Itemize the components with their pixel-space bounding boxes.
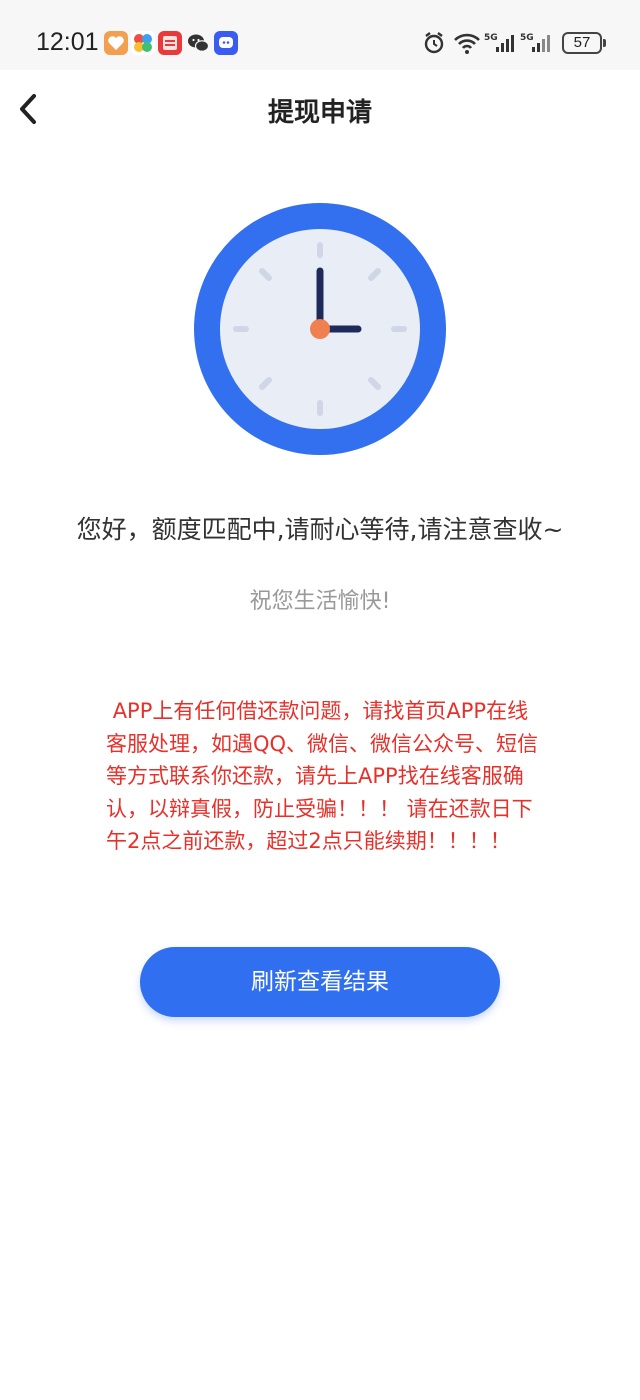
status-time: 12:01 [36, 28, 99, 56]
signal-5g-secondary-icon: 5G [520, 30, 554, 56]
nav-bar: 提现申请 [0, 70, 640, 150]
status-message: 您好，额度匹配中,请耐心等待,请注意查收~ [76, 515, 564, 544]
signal-5g-icon: 5G [484, 30, 518, 56]
greeting-message: 祝您生活愉快! [249, 589, 391, 614]
refresh-results-button[interactable]: 刷新查看结果 [140, 947, 500, 1017]
alarm-icon [422, 30, 446, 56]
pinwheel-app-icon [131, 31, 155, 55]
status-bar: 12:01 5G 5G 57 [0, 0, 640, 70]
battery-indicator: 57 [562, 32, 606, 54]
page-title: 提现申请 [267, 98, 372, 128]
svg-text:5G: 5G [484, 33, 498, 43]
heart-app-icon [104, 31, 128, 55]
wifi-icon [452, 30, 482, 56]
wechat-icon [186, 31, 210, 55]
fraud-warning-text: APP上有任何借还款问题，请找首页APP在线客服处理，如遇QQ、微信、微信公众号… [106, 699, 539, 853]
svg-text:5G: 5G [520, 33, 534, 43]
chat-bot-app-icon [214, 31, 238, 55]
clock-icon [194, 203, 446, 455]
news-app-icon [158, 31, 182, 55]
